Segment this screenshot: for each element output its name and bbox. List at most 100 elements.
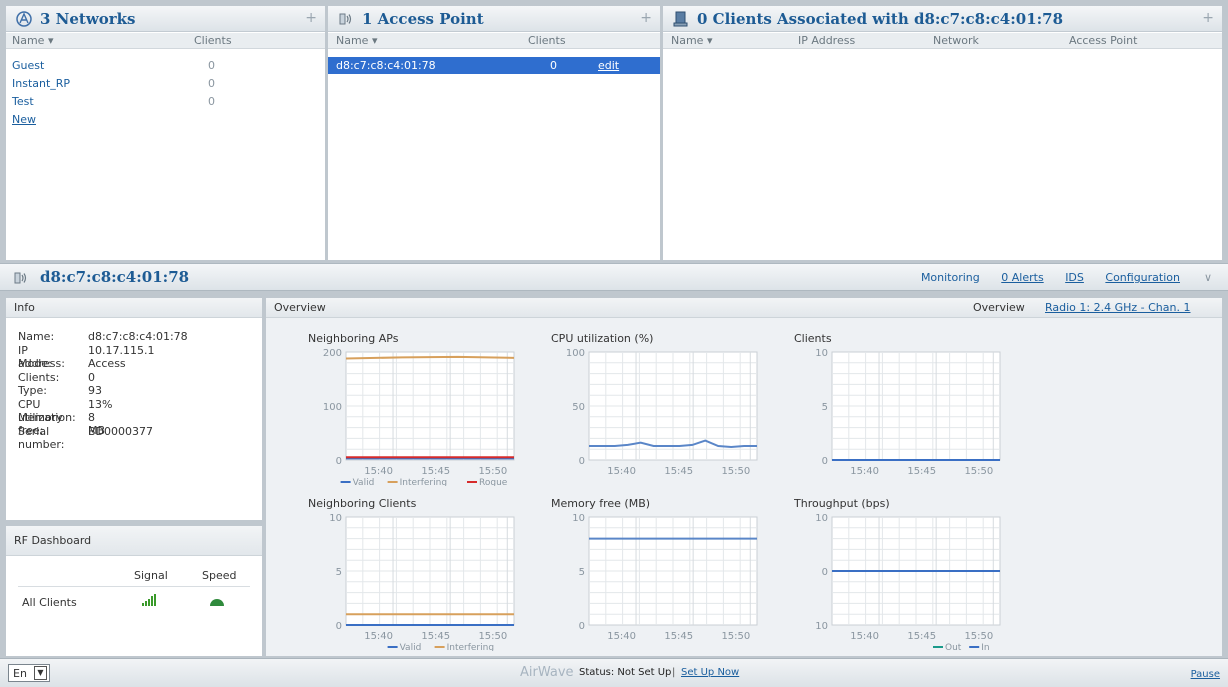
chart-title: Clients — [794, 332, 832, 345]
chart-2: CPU utilization (%) 100 50 0 15:40 15:45 15:50 — [551, 332, 758, 477]
y-tick-label: 0 — [822, 567, 828, 578]
y-tick-label: 100 — [566, 348, 585, 359]
x-tick-label: 15:45 — [421, 466, 450, 477]
network-clients: 0 — [208, 95, 215, 108]
y-tick-label: 0 — [579, 621, 585, 632]
x-tick-label: 15:45 — [421, 631, 450, 642]
network-row-test[interactable]: Test 0 — [6, 93, 325, 111]
chart-title: CPU utilization (%) — [551, 332, 653, 345]
network-name[interactable]: Guest — [12, 59, 44, 72]
network-clients: 0 — [208, 59, 215, 72]
rf-col-signal: Signal — [134, 569, 168, 582]
legend-label: Out — [945, 643, 962, 651]
ap-detail-title: d8:c7:c8:c4:01:78 — [40, 268, 190, 286]
radio-channel-link[interactable]: Radio 1: 2.4 GHz - Chan. 1 — [1045, 301, 1191, 314]
clients-column-header: Name ▾ IP Address Network Access Point — [663, 33, 1222, 49]
legend-label: Valid — [353, 478, 375, 486]
network-row-instant-rp[interactable]: Instant_RP 0 — [6, 75, 325, 93]
airwave-logo: AirWave — [520, 665, 574, 680]
configuration-link[interactable]: Configuration — [1105, 271, 1180, 284]
clients-add-icon[interactable]: + — [1202, 10, 1214, 26]
y-tick-label: 10 — [815, 348, 828, 359]
ap-detail-bar: d8:c7:c8:c4:01:78 Monitoring 0 Alerts ID… — [0, 263, 1228, 291]
networks-panel: 3 Networks + Name ▾ Clients Guest 0 Inst… — [6, 6, 325, 260]
chart-title: Throughput (bps) — [794, 497, 890, 510]
set-up-now-link[interactable]: Set Up Now — [681, 667, 739, 678]
x-tick-label: 15:40 — [364, 466, 393, 477]
x-tick-label: 15:40 — [364, 631, 393, 642]
networks-icon — [14, 9, 34, 29]
access-points-add-icon[interactable]: + — [640, 10, 652, 26]
clients-col-name[interactable]: Name ▾ — [671, 34, 712, 47]
language-select[interactable]: En ▼ — [8, 664, 50, 682]
new-network-link[interactable]: New — [12, 113, 36, 126]
charts-area: Neighboring APs 200 100 0 15:40 15:45 15:50 Val… — [266, 318, 1222, 656]
rf-col-speed: Speed — [202, 569, 237, 582]
ap-col-clients[interactable]: Clients — [528, 34, 566, 47]
new-network-row: New — [6, 111, 325, 129]
x-tick-label: 15:50 — [721, 466, 750, 477]
x-tick-label: 15:45 — [664, 631, 693, 642]
info-value: 10.17.115.1 — [88, 343, 155, 357]
network-name[interactable]: Instant_RP — [12, 77, 70, 90]
x-tick-label: 15:40 — [850, 631, 879, 642]
chart-5: Memory free (MB) 10 5 0 15:40 15:45 15:50 — [551, 497, 758, 642]
networks-title-bar: 3 Networks + — [6, 6, 325, 32]
y-tick-label: 0 — [336, 456, 342, 467]
networks-col-name[interactable]: Name ▾ — [12, 34, 53, 47]
y-tick-label: 0 — [579, 456, 585, 467]
speed-gauge-icon[interactable] — [210, 596, 224, 609]
alerts-link[interactable]: 0 Alerts — [1001, 271, 1043, 284]
y-tick-label: 5 — [579, 567, 585, 578]
info-key: Name: — [18, 330, 55, 343]
ids-link[interactable]: IDS — [1065, 271, 1084, 284]
y-tick-label: 10 — [815, 513, 828, 524]
y-tick-label: 10 — [329, 513, 342, 524]
status-footer: En ▼ AirWave Status: Not Set Up | Set Up… — [0, 658, 1228, 687]
overview-panel: Overview Overview Radio 1: 2.4 GHz - Cha… — [266, 298, 1222, 656]
pause-link[interactable]: Pause — [1191, 669, 1220, 680]
legend-label: In — [981, 643, 989, 651]
clients-col-ip[interactable]: IP Address — [798, 34, 855, 47]
x-tick-label: 15:50 — [478, 466, 507, 477]
dropdown-arrow-icon[interactable]: ▼ — [34, 666, 47, 680]
rf-dashboard-title: RF Dashboard — [14, 534, 92, 547]
y-tick-label: 0 — [336, 621, 342, 632]
rf-divider — [18, 586, 250, 587]
info-value: BD0000377 — [88, 424, 154, 438]
network-row-guest[interactable]: Guest 0 — [6, 57, 325, 75]
x-tick-label: 15:40 — [607, 466, 636, 477]
chart-4: Neighboring Clients 10 5 0 15:40 15:45 15:50 Va… — [308, 497, 515, 651]
clients-col-ap[interactable]: Access Point — [1069, 34, 1137, 47]
y-tick-label: 10 — [572, 513, 585, 524]
info-header-label: Info — [14, 301, 35, 314]
network-name[interactable]: Test — [12, 95, 34, 108]
rf-row-label: All Clients — [22, 596, 77, 609]
networks-col-clients[interactable]: Clients — [194, 34, 232, 47]
signal-bars-icon[interactable] — [142, 594, 156, 609]
computer-icon — [671, 9, 691, 29]
chevron-down-icon[interactable]: ∨ — [1204, 271, 1212, 284]
x-tick-label: 15:40 — [607, 631, 636, 642]
clients-panel: 0 Clients Associated with d8:c7:c8:c4:01… — [663, 6, 1222, 260]
info-value: 93 — [88, 384, 102, 397]
ap-row-selected[interactable]: d8:c7:c8:c4:01:78 0 edit — [328, 57, 660, 74]
y-tick-label: 5 — [336, 567, 342, 578]
access-points-column-header: Name ▾ Clients — [328, 33, 660, 49]
networks-title: 3 Networks — [40, 9, 136, 28]
clients-col-network[interactable]: Network — [933, 34, 979, 47]
ap-col-name[interactable]: Name ▾ — [336, 34, 377, 47]
info-key: Mode: — [18, 357, 52, 370]
ap-edit-link[interactable]: edit — [598, 59, 619, 72]
ap-detail-nav: Monitoring 0 Alerts IDS Configuration — [903, 271, 1180, 284]
monitoring-link[interactable]: Monitoring — [921, 271, 980, 284]
chart-3: Clients 10 5 0 15:40 15:45 15:50 — [794, 332, 1001, 477]
overview-header: Overview Overview Radio 1: 2.4 GHz - Cha… — [266, 298, 1222, 318]
networks-add-icon[interactable]: + — [305, 10, 317, 26]
x-tick-label: 15:45 — [907, 631, 936, 642]
access-points-panel: 1 Access Point + Name ▾ Clients d8:c7:c8… — [328, 6, 660, 260]
chart-title: Memory free (MB) — [551, 497, 650, 510]
x-tick-label: 15:50 — [964, 631, 993, 642]
rf-dashboard-header: RF Dashboard — [6, 526, 262, 556]
info-key: Type: — [18, 384, 47, 397]
